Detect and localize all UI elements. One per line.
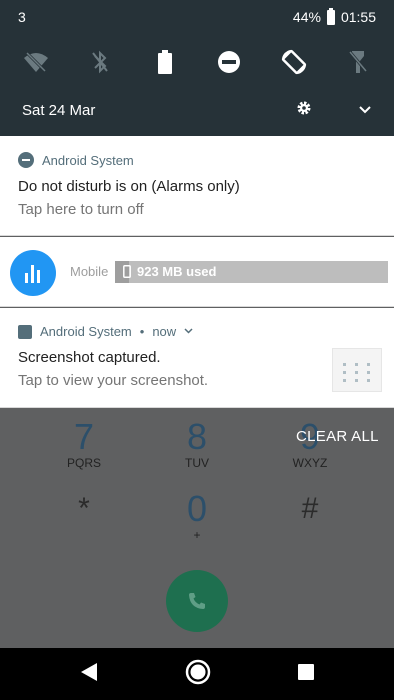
- phone-icon: [123, 265, 131, 278]
- bluetooth-off-icon[interactable]: [84, 46, 116, 78]
- battery-saver-icon[interactable]: [149, 46, 181, 78]
- data-usage-bar: 923 MB used: [115, 261, 388, 283]
- dial-key-8[interactable]: 8 TUV: [167, 418, 227, 471]
- screenshot-thumbnail[interactable]: [332, 348, 382, 392]
- image-app-icon: [18, 324, 32, 339]
- navigation-bar: [0, 648, 394, 700]
- recents-icon[interactable]: [298, 663, 314, 685]
- back-icon[interactable]: [80, 662, 98, 687]
- notification-app-name: Android System: [42, 152, 134, 168]
- notification-subtitle: Tap here to turn off: [18, 201, 144, 218]
- battery-icon: [326, 7, 335, 25]
- expand-chevron-icon[interactable]: [184, 326, 193, 337]
- expand-chevron-down-icon[interactable]: [358, 102, 372, 119]
- quick-settings-row: [0, 34, 394, 90]
- dnd-notification[interactable]: Android System Do not disturb is on (Ala…: [0, 136, 394, 236]
- status-bar: 3 44% 01:55: [0, 0, 394, 34]
- flashlight-off-icon[interactable]: [342, 46, 374, 78]
- clock: 01:55: [340, 9, 376, 25]
- dial-key-0[interactable]: 0 +: [167, 490, 227, 543]
- notification-time: now: [152, 324, 177, 339]
- dnd-app-icon: [18, 152, 34, 168]
- do-not-disturb-icon[interactable]: [213, 46, 245, 78]
- dial-key-7[interactable]: 7 PQRS: [54, 418, 114, 471]
- data-usage-icon: [10, 250, 56, 296]
- notification-title: Do not disturb is on (Alarms only): [18, 178, 240, 195]
- home-icon[interactable]: [185, 659, 211, 690]
- dialer-background: 7 PQRS 8 TUV 9 WXYZ * 0 + # CLEAR ALL: [0, 408, 394, 648]
- data-usage-notification[interactable]: Mobile 923 MB used: [0, 237, 394, 307]
- call-button[interactable]: [166, 570, 228, 632]
- dial-key-hash[interactable]: #: [280, 490, 340, 528]
- notification-app-name: Android System: [40, 324, 132, 339]
- clear-all-button[interactable]: CLEAR ALL: [296, 428, 379, 445]
- auto-rotate-icon[interactable]: [278, 46, 310, 78]
- dial-key-star[interactable]: *: [54, 490, 114, 528]
- screenshot-notification[interactable]: Android System • now Screenshot captured…: [0, 308, 394, 408]
- date-label: Sat 24 Mar: [22, 101, 96, 119]
- network-label: Mobile: [70, 264, 109, 279]
- quick-settings-shade: 3 44% 01:55 Sat 24 Mar: [0, 0, 394, 136]
- phone-call-icon: [189, 593, 205, 609]
- date-row: Sat 24 Mar: [0, 90, 394, 130]
- wifi-off-icon[interactable]: [20, 46, 52, 78]
- notification-count: 3: [18, 9, 26, 25]
- settings-gear-icon[interactable]: [296, 100, 312, 120]
- separator-dot: •: [139, 324, 145, 339]
- battery-percent: 44%: [292, 9, 321, 25]
- data-usage-amount: 923 MB used: [137, 264, 217, 279]
